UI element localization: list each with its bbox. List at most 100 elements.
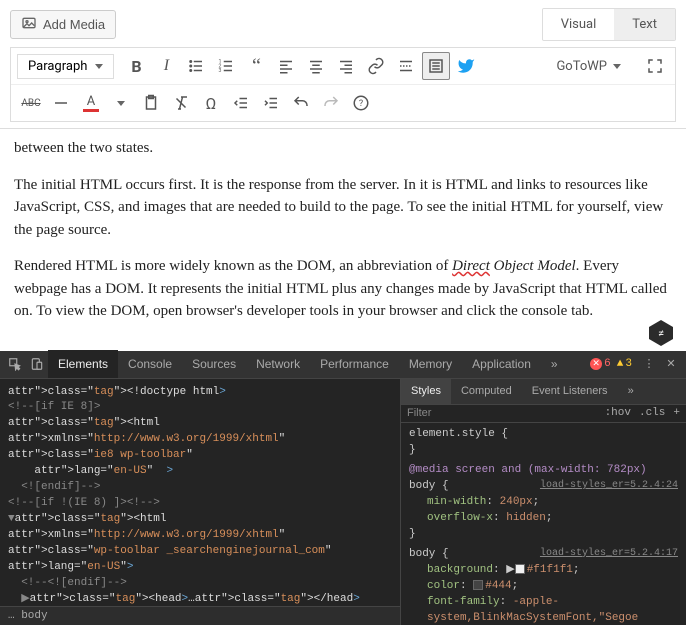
chevron-down-icon bbox=[117, 101, 125, 106]
rule-element-style: element.style { bbox=[409, 428, 508, 440]
media-icon bbox=[21, 15, 37, 34]
p2-direct: Direct bbox=[452, 258, 490, 274]
gotowp-dropdown[interactable]: GoToWP bbox=[548, 55, 629, 78]
format-select[interactable]: Paragraph bbox=[17, 54, 114, 79]
css-rules[interactable]: element.style { } @media screen and (max… bbox=[401, 423, 686, 624]
text-color-button[interactable]: A bbox=[77, 89, 105, 117]
brace: } bbox=[409, 528, 416, 540]
prop-color: color bbox=[427, 580, 460, 592]
chevron-down-icon bbox=[95, 64, 103, 69]
styles-tabs-overflow[interactable]: » bbox=[618, 379, 644, 405]
tab-network[interactable]: Network bbox=[246, 350, 310, 378]
val-overflow-x: hidden bbox=[506, 512, 546, 524]
warning-count[interactable]: ▲3 bbox=[617, 358, 632, 370]
p2-seg-a: Rendered HTML is more widely known as th… bbox=[14, 258, 452, 274]
error-count[interactable]: ✕6 bbox=[590, 358, 611, 370]
numbered-list-button[interactable]: 123 bbox=[212, 52, 240, 80]
clear-format-button[interactable] bbox=[167, 89, 195, 117]
devtools-panel: Elements Console Sources Network Perform… bbox=[0, 351, 686, 625]
undo-button[interactable] bbox=[287, 89, 315, 117]
tab-computed[interactable]: Computed bbox=[451, 379, 522, 405]
tab-performance[interactable]: Performance bbox=[310, 350, 399, 378]
cls-toggle[interactable]: .cls bbox=[639, 407, 665, 419]
bold-button[interactable]: B bbox=[122, 52, 150, 80]
align-right-button[interactable] bbox=[332, 52, 360, 80]
filter-input[interactable]: Filter bbox=[407, 407, 605, 419]
indent-button[interactable] bbox=[257, 89, 285, 117]
warning-count-value: 3 bbox=[625, 358, 632, 370]
dom-tree[interactable]: attr">class="tag"><!doctype html><!--[if… bbox=[0, 379, 400, 606]
p2-seg-b: Object Model bbox=[490, 258, 576, 274]
tab-elements[interactable]: Elements bbox=[48, 350, 118, 378]
prop-background: background bbox=[427, 564, 493, 576]
val-min-width: 240px bbox=[500, 496, 533, 508]
format-select-label: Paragraph bbox=[28, 59, 87, 74]
fullscreen-button[interactable] bbox=[641, 52, 669, 80]
align-left-button[interactable] bbox=[272, 52, 300, 80]
tab-application[interactable]: Application bbox=[462, 350, 541, 378]
rule-body-1: body { bbox=[409, 480, 449, 492]
svg-text:3: 3 bbox=[219, 68, 222, 74]
editor-content[interactable]: between the two states. The initial HTML… bbox=[0, 129, 686, 351]
error-count-value: 6 bbox=[604, 358, 611, 370]
blockquote-button[interactable]: “ bbox=[242, 52, 270, 80]
toolbar-toggle-button[interactable] bbox=[422, 52, 450, 80]
add-media-label: Add Media bbox=[43, 17, 105, 32]
bullet-list-button[interactable] bbox=[182, 52, 210, 80]
special-char-button[interactable]: Ω bbox=[197, 89, 225, 117]
rule-body-2: body { bbox=[409, 548, 449, 560]
align-center-button[interactable] bbox=[302, 52, 330, 80]
content-paragraph-1: The initial HTML occurs first. It is the… bbox=[14, 174, 672, 242]
textcolor-letter: A bbox=[87, 94, 95, 109]
hr-button[interactable] bbox=[47, 89, 75, 117]
prop-font-family: font-family bbox=[427, 596, 500, 608]
text-color-dropdown[interactable] bbox=[107, 89, 135, 117]
read-more-button[interactable] bbox=[392, 52, 420, 80]
help-button[interactable]: ? bbox=[347, 89, 375, 117]
editor-mode-tabs: Visual Text bbox=[542, 8, 676, 41]
extension-badge-icon[interactable]: ≠ bbox=[646, 318, 676, 348]
svg-text:?: ? bbox=[359, 99, 363, 109]
redo-button[interactable] bbox=[317, 89, 345, 117]
editor-toolbar: Paragraph B I 123 “ GoToWP ABC A bbox=[10, 47, 676, 122]
tab-console[interactable]: Console bbox=[118, 350, 182, 378]
paste-text-button[interactable] bbox=[137, 89, 165, 117]
italic-button[interactable]: I bbox=[152, 52, 180, 80]
tabs-overflow[interactable]: » bbox=[541, 350, 568, 378]
devtools-tabs: Elements Console Sources Network Perform… bbox=[0, 351, 686, 379]
content-paragraph-2: Rendered HTML is more widely known as th… bbox=[14, 255, 672, 323]
add-media-button[interactable]: Add Media bbox=[10, 10, 116, 39]
tab-memory[interactable]: Memory bbox=[399, 350, 462, 378]
styles-panel: Styles Computed Event Listeners » Filter… bbox=[400, 379, 686, 625]
hov-toggle[interactable]: :hov bbox=[605, 407, 631, 419]
outdent-button[interactable] bbox=[227, 89, 255, 117]
tab-styles[interactable]: Styles bbox=[401, 379, 451, 405]
svg-text:≠: ≠ bbox=[658, 327, 664, 340]
strikethrough-button[interactable]: ABC bbox=[17, 89, 45, 117]
chevron-down-icon bbox=[613, 64, 621, 69]
device-icon[interactable] bbox=[26, 353, 48, 375]
rule-media: @media screen and (max-width: 782px) bbox=[409, 464, 647, 476]
tab-sources[interactable]: Sources bbox=[182, 350, 246, 378]
link-button[interactable] bbox=[362, 52, 390, 80]
inspect-icon[interactable] bbox=[4, 353, 26, 375]
content-fragment: between the two states. bbox=[14, 137, 672, 160]
gotowp-label: GoToWP bbox=[556, 59, 607, 74]
new-rule-button[interactable]: + bbox=[673, 407, 680, 419]
source-link-2[interactable]: load-styles_er=5.2.4:17 bbox=[540, 547, 678, 562]
prop-overflow-x: overflow-x bbox=[427, 512, 493, 524]
twitter-icon[interactable] bbox=[452, 52, 480, 80]
source-link-1[interactable]: load-styles_er=5.2.4:24 bbox=[540, 479, 678, 494]
val-color: #444 bbox=[485, 580, 511, 592]
close-icon[interactable]: ✕ bbox=[660, 353, 682, 375]
color-swatch[interactable] bbox=[473, 580, 483, 590]
breadcrumb[interactable]: … body bbox=[0, 606, 400, 625]
val-background: #f1f1f1 bbox=[527, 564, 573, 576]
tab-visual[interactable]: Visual bbox=[543, 9, 615, 40]
brace: } bbox=[409, 444, 416, 456]
settings-icon[interactable]: ⋮ bbox=[638, 353, 660, 375]
tab-event-listeners[interactable]: Event Listeners bbox=[522, 379, 618, 405]
prop-min-width: min-width bbox=[427, 496, 486, 508]
tab-text[interactable]: Text bbox=[614, 9, 675, 40]
color-swatch[interactable] bbox=[515, 564, 525, 574]
